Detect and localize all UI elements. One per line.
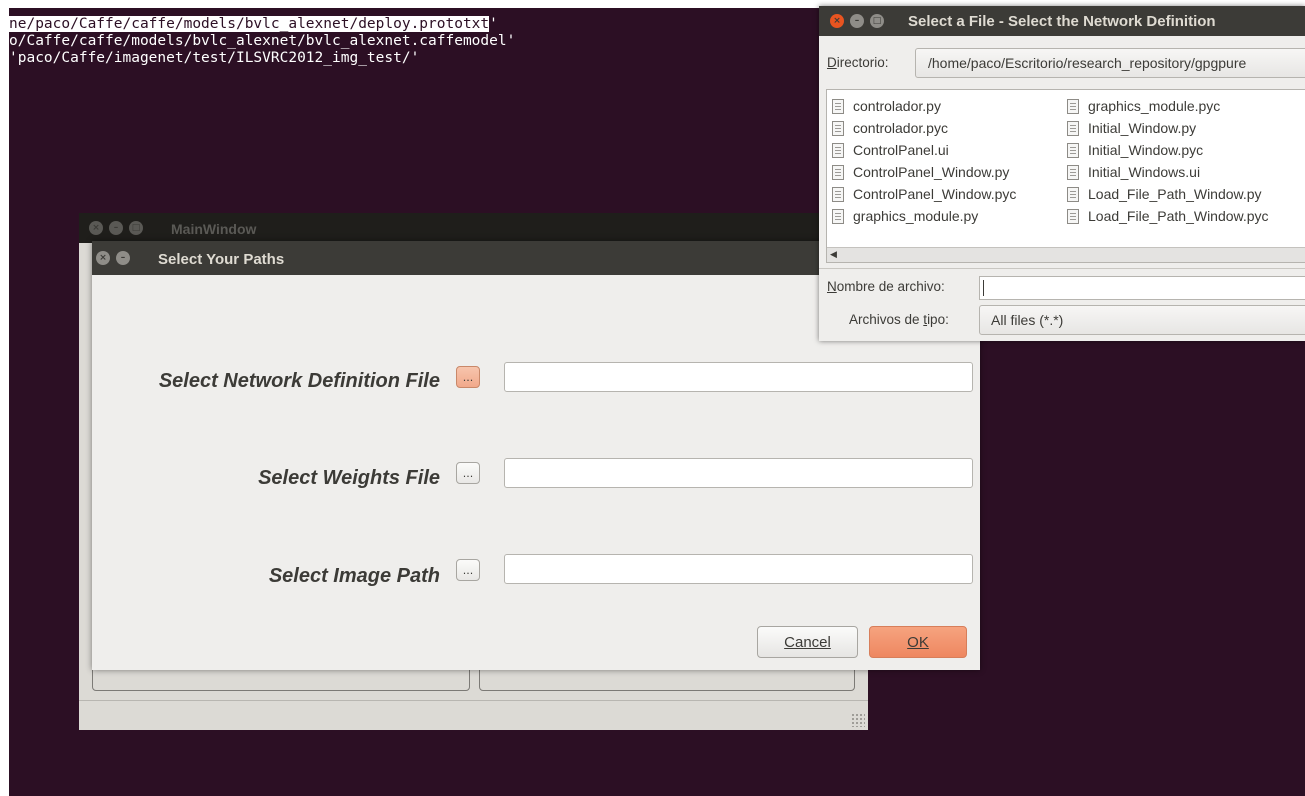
- close-icon[interactable]: ×: [89, 221, 103, 235]
- file-icon: [832, 186, 844, 202]
- file-icon: [1067, 98, 1079, 114]
- ok-button[interactable]: OK: [869, 626, 967, 658]
- image-path-input[interactable]: [504, 554, 973, 584]
- file-icon: [832, 98, 844, 114]
- terminal-line-1-tail: ': [489, 16, 498, 32]
- terminal-line-1: ne/paco/Caffe/caffe/models/bvlc_alexnet/…: [9, 16, 490, 32]
- file-item[interactable]: ControlPanel.ui: [832, 139, 949, 161]
- browse-network-definition-button[interactable]: ...: [456, 366, 480, 388]
- file-icon: [832, 208, 844, 224]
- file-chooser-divider: [819, 268, 1305, 269]
- main-window-title: MainWindow: [171, 221, 257, 237]
- file-item[interactable]: Initial_Window.pyc: [1067, 139, 1203, 161]
- terminal-output: ne/paco/Caffe/caffe/models/bvlc_alexnet/…: [9, 16, 515, 67]
- minimize-icon[interactable]: –: [116, 251, 130, 265]
- file-item[interactable]: ControlPanel_Window.py: [832, 161, 1009, 183]
- file-item[interactable]: controlador.pyc: [832, 117, 948, 139]
- filename-label: Nombre de archivo:: [827, 279, 945, 294]
- close-icon[interactable]: ×: [830, 14, 844, 28]
- file-icon: [832, 142, 844, 158]
- filename-input[interactable]: [979, 276, 1305, 300]
- main-window-statusbar-divider: [79, 700, 868, 701]
- network-definition-label: Select Network Definition File: [158, 370, 440, 392]
- file-icon: [832, 164, 844, 180]
- scroll-left-icon[interactable]: ◀: [830, 250, 837, 260]
- file-item[interactable]: ControlPanel_Window.pyc: [832, 183, 1016, 205]
- file-icon: [1067, 120, 1079, 136]
- maximize-icon[interactable]: □: [129, 221, 143, 235]
- weights-file-input[interactable]: [504, 458, 973, 488]
- horizontal-scrollbar[interactable]: ◀: [827, 247, 1305, 262]
- file-chooser-title: Select a File - Select the Network Defin…: [908, 13, 1216, 30]
- browse-weights-file-button[interactable]: ...: [456, 462, 480, 484]
- filetype-combo[interactable]: All files (*.*): [979, 305, 1305, 335]
- terminal-line-2: o/Caffe/caffe/models/bvlc_alexnet/bvlc_a…: [9, 33, 516, 49]
- file-item[interactable]: Initial_Window.py: [1067, 117, 1196, 139]
- file-item[interactable]: graphics_module.py: [832, 205, 978, 227]
- minimize-icon[interactable]: –: [109, 221, 123, 235]
- browse-image-path-button[interactable]: ...: [456, 559, 480, 581]
- close-icon[interactable]: ×: [96, 251, 110, 265]
- file-chooser-dialog: × – □ Select a File - Select the Network…: [819, 6, 1305, 341]
- file-icon: [1067, 164, 1079, 180]
- minimize-icon[interactable]: –: [850, 14, 864, 28]
- maximize-icon[interactable]: □: [870, 14, 884, 28]
- directory-label: Directorio:: [827, 55, 889, 70]
- cancel-button[interactable]: Cancel: [757, 626, 858, 658]
- file-item[interactable]: controlador.py: [832, 95, 941, 117]
- file-icon: [1067, 208, 1079, 224]
- file-icon: [1067, 186, 1079, 202]
- image-path-label: Select Image Path: [268, 565, 440, 587]
- text-caret: [983, 280, 984, 296]
- file-item[interactable]: Initial_Windows.ui: [1067, 161, 1200, 183]
- filetype-label: Archivos de tipo:: [849, 312, 949, 327]
- terminal-line-3: 'paco/Caffe/imagenet/test/ILSVRC2012_img…: [9, 50, 420, 66]
- paths-dialog-title: Select Your Paths: [158, 251, 285, 268]
- file-list[interactable]: controlador.py controlador.pyc ControlPa…: [826, 89, 1305, 263]
- file-item[interactable]: graphics_module.pyc: [1067, 95, 1220, 117]
- file-icon: [832, 120, 844, 136]
- file-chooser-titlebar[interactable]: × – □ Select a File - Select the Network…: [819, 6, 1305, 36]
- resize-grip[interactable]: [851, 713, 865, 727]
- file-item[interactable]: Load_File_Path_Window.pyc: [1067, 205, 1269, 227]
- network-definition-input[interactable]: [504, 362, 973, 392]
- weights-file-label: Select Weights File: [258, 467, 440, 489]
- file-icon: [1067, 142, 1079, 158]
- directory-combo[interactable]: /home/paco/Escritorio/research_repositor…: [915, 48, 1305, 78]
- main-window-titlebar[interactable]: × – □ MainWindow: [79, 213, 868, 243]
- file-item[interactable]: Load_File_Path_Window.py: [1067, 183, 1262, 205]
